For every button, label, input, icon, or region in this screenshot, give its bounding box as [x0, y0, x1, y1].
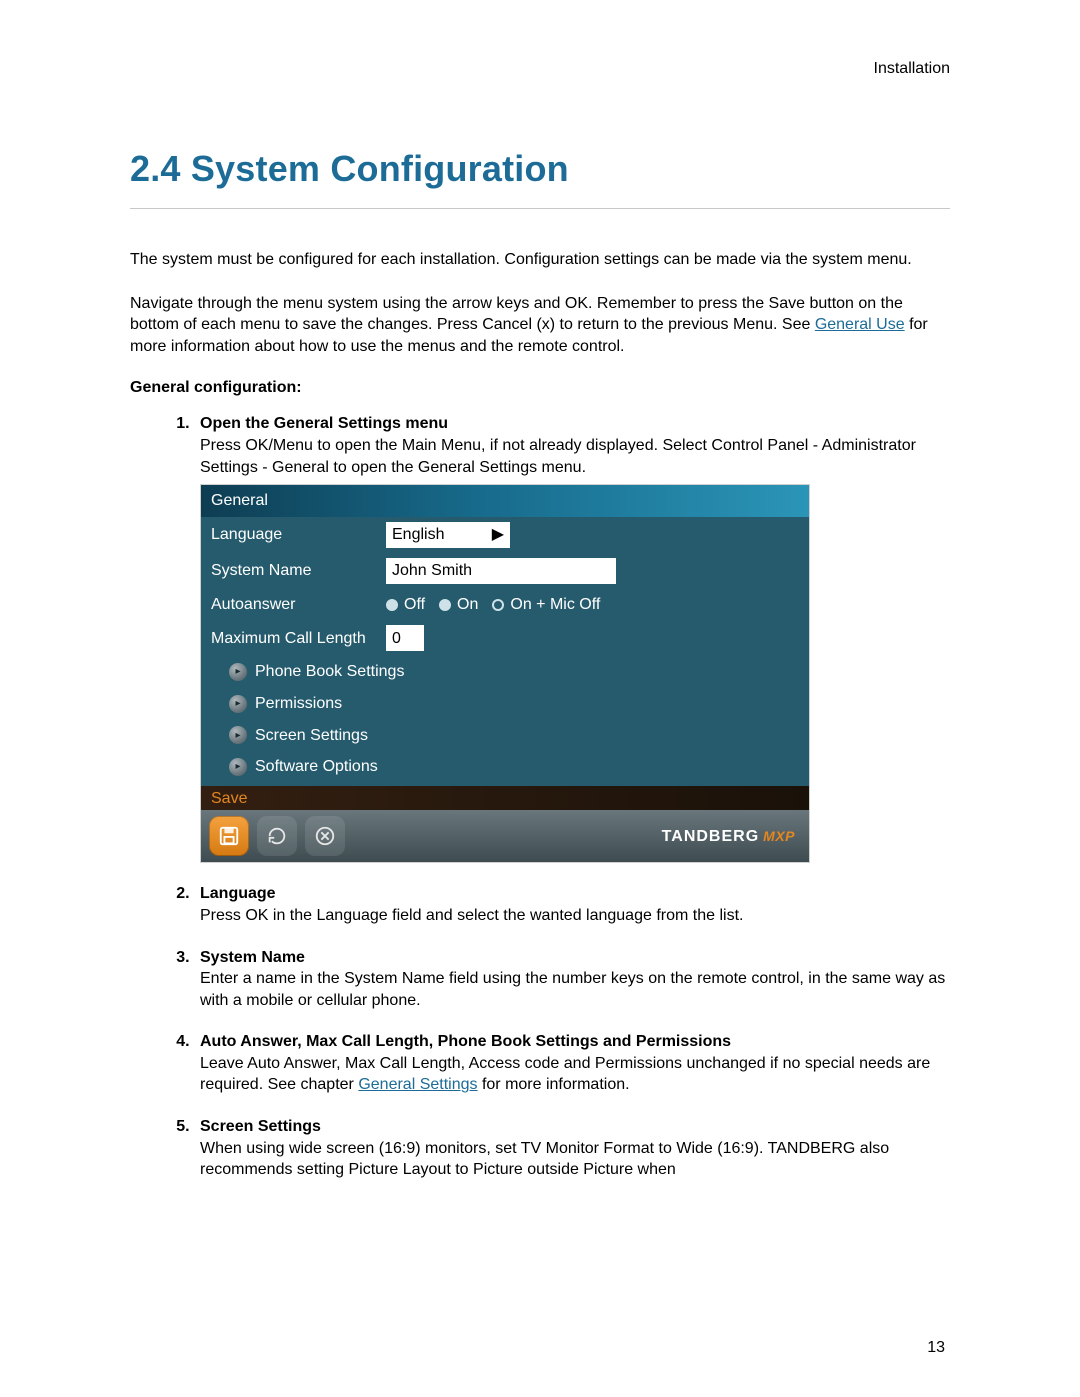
chevron-circle-icon: ▸: [229, 695, 247, 713]
step-1-title: Open the General Settings menu: [200, 415, 448, 432]
chevron-circle-icon: ▸: [229, 726, 247, 744]
general-settings-menu: General Language English ▶ System Name J…: [200, 484, 810, 863]
autoanswer-onmic-option[interactable]: On + Mic Off: [492, 594, 600, 616]
row-language: Language English ▶: [201, 517, 809, 553]
chevron-circle-icon: ▸: [229, 663, 247, 681]
radio-icon: [492, 599, 504, 611]
brand-logo: TANDBERG MXP: [662, 826, 795, 848]
save-button[interactable]: [209, 816, 249, 856]
page-title: 2.4 System Configuration: [130, 148, 950, 190]
intro-paragraph-1: The system must be configured for each i…: [130, 249, 950, 271]
brand-suffix: MXP: [763, 827, 795, 846]
steps-list: Open the General Settings menu Press OK/…: [130, 413, 950, 1180]
autoanswer-on-label: On: [457, 594, 478, 616]
submenu-screen-label: Screen Settings: [255, 725, 368, 747]
system-name-value: John Smith: [392, 560, 472, 582]
autoanswer-radio-group: Off On On + Mic Off: [386, 594, 600, 616]
language-select[interactable]: English ▶: [386, 522, 510, 548]
step-5-title: Screen Settings: [200, 1118, 321, 1135]
general-settings-link[interactable]: General Settings: [358, 1076, 477, 1093]
save-bar: Save: [201, 786, 809, 811]
submenu-software-options[interactable]: ▸ Software Options: [201, 751, 809, 786]
radio-icon: [386, 599, 398, 611]
submenu-phonebook-label: Phone Book Settings: [255, 661, 404, 683]
max-call-length-value: 0: [392, 628, 401, 650]
row-autoanswer: Autoanswer Off On: [201, 589, 809, 621]
submenu-software-label: Software Options: [255, 756, 378, 778]
autoanswer-off-label: Off: [404, 594, 425, 616]
autoanswer-onmic-label: On + Mic Off: [510, 594, 600, 616]
step-4: Auto Answer, Max Call Length, Phone Book…: [194, 1031, 950, 1096]
refresh-icon: [266, 825, 288, 847]
row-max-call-length: Maximum Call Length 0: [201, 620, 809, 656]
step-3-title: System Name: [200, 949, 305, 966]
step-4-title: Auto Answer, Max Call Length, Phone Book…: [200, 1033, 731, 1050]
chevron-circle-icon: ▸: [229, 758, 247, 776]
step-4-text-b: for more information.: [478, 1076, 630, 1093]
page-number: 13: [927, 1339, 945, 1357]
refresh-button[interactable]: [257, 816, 297, 856]
step-1-body: Press OK/Menu to open the Main Menu, if …: [200, 435, 950, 478]
step-5-body: When using wide screen (16:9) monitors, …: [200, 1138, 950, 1181]
intro-text-a: Navigate through the menu system using t…: [130, 295, 903, 334]
step-3-body: Enter a name in the System Name field us…: [200, 968, 950, 1011]
step-4-body: Leave Auto Answer, Max Call Length, Acce…: [200, 1053, 950, 1096]
step-2: Language Press OK in the Language field …: [194, 883, 950, 926]
step-2-title: Language: [200, 885, 276, 902]
general-configuration-heading: General configuration:: [130, 379, 950, 397]
submenu-permissions-label: Permissions: [255, 693, 342, 715]
menu-header: General: [201, 485, 809, 517]
play-arrow-icon: ▶: [492, 524, 504, 546]
system-name-label: System Name: [211, 560, 386, 582]
submenu-permissions[interactable]: ▸ Permissions: [201, 688, 809, 720]
close-icon: [314, 825, 336, 847]
breadcrumb: Installation: [130, 60, 950, 78]
submenu-phonebook[interactable]: ▸ Phone Book Settings: [201, 656, 809, 688]
max-call-length-input[interactable]: 0: [386, 625, 424, 651]
row-system-name: System Name John Smith: [201, 553, 809, 589]
autoanswer-off-option[interactable]: Off: [386, 594, 425, 616]
intro-paragraph-2: Navigate through the menu system using t…: [130, 293, 950, 358]
max-call-length-label: Maximum Call Length: [211, 628, 386, 650]
step-5: Screen Settings When using wide screen (…: [194, 1116, 950, 1181]
step-2-body: Press OK in the Language field and selec…: [200, 905, 950, 927]
step-1: Open the General Settings menu Press OK/…: [194, 413, 950, 863]
language-value: English: [392, 524, 444, 546]
toolbar: TANDBERG MXP: [201, 810, 809, 862]
radio-icon: [439, 599, 451, 611]
autoanswer-label: Autoanswer: [211, 594, 386, 616]
submenu-screen-settings[interactable]: ▸ Screen Settings: [201, 720, 809, 752]
menu-body: Language English ▶ System Name John Smit…: [201, 517, 809, 786]
language-label: Language: [211, 524, 386, 546]
step-3: System Name Enter a name in the System N…: [194, 947, 950, 1012]
cancel-button[interactable]: [305, 816, 345, 856]
system-name-input[interactable]: John Smith: [386, 558, 616, 584]
general-use-link[interactable]: General Use: [815, 316, 905, 333]
autoanswer-on-option[interactable]: On: [439, 594, 478, 616]
brand-main: TANDBERG: [662, 826, 759, 848]
title-divider: [130, 208, 950, 209]
floppy-disk-icon: [218, 825, 240, 847]
